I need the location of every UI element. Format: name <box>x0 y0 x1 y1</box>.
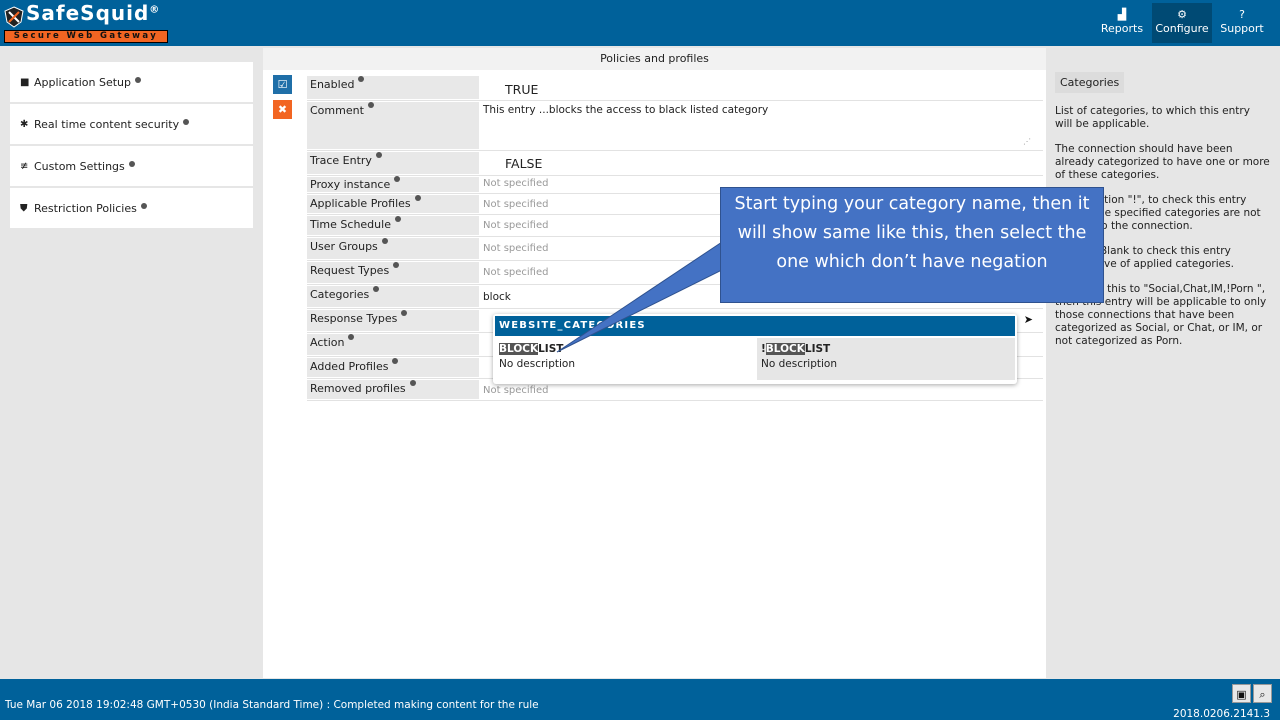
top-nav: ▟ Reports ⚙ Configure ? Support <box>1092 3 1272 43</box>
logo-title: SafeSquid® <box>26 1 161 25</box>
sliders-icon: ≢ <box>20 160 29 172</box>
nav-configure-label: Configure <box>1155 22 1209 35</box>
field-label: Time Schedule <box>307 216 479 235</box>
nav-configure[interactable]: ⚙ Configure <box>1152 3 1212 43</box>
cogs-icon: ⚙ <box>1177 8 1187 21</box>
briefcase-icon: ■ <box>20 76 30 88</box>
logo-badge-icon <box>4 6 24 28</box>
chart-area-icon: ▟ <box>1117 8 1127 21</box>
close-icon: ✖ <box>277 103 288 116</box>
field-enabled: Enabled TRUE <box>307 75 1043 101</box>
field-label: Trace Entry <box>307 152 479 174</box>
field-label: Response Types <box>307 310 479 331</box>
sidebar: ■ Application Setup ✱ Real time content … <box>10 62 253 230</box>
question-circle-icon: ? <box>1239 8 1245 21</box>
enable-toggle-button[interactable]: ☑ <box>273 75 292 94</box>
field-label: Comment <box>307 102 479 149</box>
dropdown-option-blocklist[interactable]: BLOCKLIST No description <box>495 338 753 380</box>
delete-entry-button[interactable]: ✖ <box>273 100 292 119</box>
safesquid-logo[interactable]: SafeSquid® Secure Web Gateway <box>4 1 170 45</box>
info-icon[interactable] <box>409 380 416 386</box>
bug-icon: ✱ <box>20 118 29 130</box>
resize-handle-icon[interactable]: ⋰ <box>1023 137 1031 146</box>
sidebar-item-restriction-policies[interactable]: ⛊ Restriction Policies <box>10 188 253 228</box>
option-description: No description <box>499 358 575 370</box>
check-square-icon: ☑ <box>277 78 288 91</box>
status-bar: Tue Mar 06 2018 19:02:48 GMT+0530 (India… <box>0 679 1280 720</box>
field-label: Enabled <box>307 76 479 99</box>
sidebar-item-label: Restriction Policies <box>34 201 137 215</box>
info-icon[interactable] <box>128 161 135 167</box>
info-icon[interactable] <box>134 77 141 83</box>
field-label: User Groups <box>307 238 479 259</box>
sidebar-item-custom-settings[interactable]: ≢ Custom Settings <box>10 146 253 186</box>
help-paragraph: The connection should have been already … <box>1055 143 1270 181</box>
dropdown-option-negated-blocklist[interactable]: !BLOCKLIST No description <box>757 338 1015 380</box>
category-autocomplete-dropdown: WEBSITE_CATEGORIES BLOCKLIST No descript… <box>493 314 1017 384</box>
main-panel: Policies and profiles ☑ ✖ Enabled TRUE C… <box>263 48 1046 678</box>
field-label: Request Types <box>307 262 479 283</box>
search-icon: ⌕ <box>1259 688 1266 701</box>
tutorial-callout: Start typing your category name, then it… <box>720 187 1104 303</box>
info-icon[interactable] <box>393 262 400 268</box>
sidebar-item-application-setup[interactable]: ■ Application Setup <box>10 62 253 102</box>
info-icon[interactable] <box>392 358 399 364</box>
info-icon[interactable] <box>373 286 380 292</box>
option-name: BLOCKLIST <box>499 343 564 355</box>
field-trace-entry: Trace Entry FALSE <box>307 151 1043 176</box>
field-label: Applicable Profiles <box>307 195 479 213</box>
field-label: Added Profiles <box>307 358 479 377</box>
info-icon[interactable] <box>367 102 374 108</box>
info-icon[interactable] <box>348 334 355 340</box>
field-label: Action <box>307 334 479 355</box>
info-icon[interactable] <box>381 238 388 244</box>
field-comment: Comment This entry ...blocks the access … <box>307 101 1043 151</box>
sidebar-item-label: Custom Settings <box>34 159 125 173</box>
shield-icon: ⛊ <box>20 202 28 214</box>
nav-reports-label: Reports <box>1100 22 1144 35</box>
option-name: !BLOCKLIST <box>761 343 831 355</box>
option-description: No description <box>761 358 837 370</box>
dropdown-group-header: WEBSITE_CATEGORIES <box>495 316 1015 336</box>
info-icon[interactable] <box>394 216 401 222</box>
logo-subtitle: Secure Web Gateway <box>4 30 168 43</box>
nav-support[interactable]: ? Support <box>1212 3 1272 43</box>
field-label: Categories <box>307 286 479 307</box>
field-label: Removed profiles <box>307 380 479 399</box>
version-label: 2018.0206.2141.3 <box>1173 708 1270 720</box>
save-button[interactable]: ▣ <box>1232 684 1251 703</box>
sidebar-item-real-time-content-security[interactable]: ✱ Real time content security <box>10 104 253 144</box>
field-label: Proxy instance <box>307 176 479 192</box>
info-icon[interactable] <box>140 203 147 209</box>
nav-support-label: Support <box>1220 22 1264 35</box>
page-title: Policies and profiles <box>263 48 1046 70</box>
enabled-value[interactable]: TRUE <box>479 75 1043 100</box>
info-icon[interactable] <box>358 76 365 82</box>
comment-textarea[interactable]: This entry ...blocks the access to black… <box>479 101 1043 150</box>
save-icon: ▣ <box>1236 688 1247 701</box>
paper-plane-icon[interactable]: ➤ <box>1024 313 1033 326</box>
trace-entry-value[interactable]: FALSE <box>479 151 1043 175</box>
info-icon[interactable] <box>401 310 408 316</box>
status-message: Tue Mar 06 2018 19:02:48 GMT+0530 (India… <box>5 699 539 711</box>
info-icon[interactable] <box>394 176 401 182</box>
search-button[interactable]: ⌕ <box>1253 684 1272 703</box>
info-icon[interactable] <box>183 119 190 125</box>
nav-reports[interactable]: ▟ Reports <box>1092 3 1152 43</box>
info-icon[interactable] <box>375 152 382 158</box>
sidebar-item-label: Real time content security <box>34 117 180 131</box>
top-header: SafeSquid® Secure Web Gateway ▟ Reports … <box>0 0 1280 46</box>
info-icon[interactable] <box>414 195 421 201</box>
help-title: Categories <box>1055 72 1125 93</box>
help-paragraph: List of categories, to which this entry … <box>1055 105 1250 130</box>
sidebar-item-label: Application Setup <box>34 75 131 89</box>
